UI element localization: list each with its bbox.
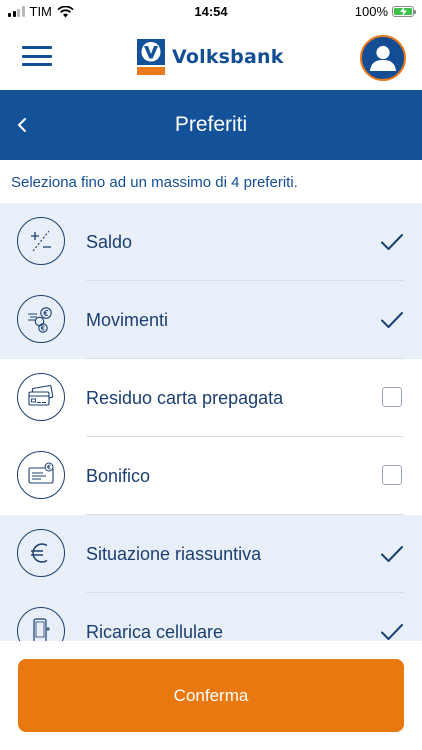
confirm-button[interactable]: Conferma	[18, 659, 404, 732]
transfer-euro-icon	[28, 462, 54, 484]
favorite-label: Situazione riassuntiva	[86, 544, 262, 564]
favorite-row-movimenti[interactable]: Movimenti	[0, 281, 422, 359]
footer: Conferma	[0, 641, 422, 750]
instructions-section: Seleziona fino ad un massimo di 4 prefer…	[0, 160, 422, 203]
favorite-label: Ricarica cellulare	[86, 622, 224, 641]
favorite-label: Residuo carta prepagata	[86, 388, 284, 408]
favorite-row-bonifico[interactable]: Bonifico	[0, 437, 422, 515]
icon-circle	[17, 373, 65, 421]
user-avatar-icon	[370, 45, 396, 71]
title-bar: Preferiti	[0, 90, 422, 160]
app-header: Volksbank	[0, 24, 422, 90]
favorite-row-situazione-riassuntiva[interactable]: Situazione riassuntiva	[0, 515, 422, 593]
checkmark-icon[interactable]	[380, 620, 404, 641]
icon-circle	[17, 529, 65, 577]
euro-icon	[31, 543, 48, 563]
icon-circle	[17, 295, 65, 343]
plus-minus-icon	[31, 230, 51, 252]
charging-bolt-icon	[399, 7, 407, 16]
coins-movement-icon	[28, 307, 52, 333]
checkmark-icon[interactable]	[380, 230, 404, 254]
icon-circle	[17, 451, 65, 499]
favorite-label: Movimenti	[86, 310, 169, 330]
favorite-row-residuo-carta-prepagata[interactable]: Residuo carta prepagata	[0, 359, 422, 437]
checkmark-icon[interactable]	[380, 308, 404, 332]
brand-logo: Volksbank	[137, 39, 284, 75]
prepaid-cards-icon	[28, 385, 54, 406]
battery-level-fill	[394, 7, 412, 16]
volksbank-logo-icon	[137, 39, 165, 75]
status-right: 100%	[354, 4, 416, 19]
brand-name: Volksbank	[172, 46, 284, 68]
favorite-row-ricarica-cellulare[interactable]: Ricarica cellulare	[0, 593, 422, 641]
battery-icon	[392, 6, 416, 17]
mobile-phone-icon	[33, 618, 50, 641]
battery-percentage: 100%	[354, 4, 388, 19]
profile-button[interactable]	[360, 35, 406, 81]
favorites-list[interactable]: Saldo Movimenti Residuo carta prepagata …	[0, 203, 422, 641]
page-title: Preferiti	[174, 113, 248, 136]
icon-circle	[17, 607, 65, 641]
favorite-label: Bonifico	[86, 466, 151, 486]
favorite-label: Saldo	[86, 232, 133, 252]
unchecked-checkbox[interactable]	[382, 465, 402, 485]
instructions-text: Seleziona fino ad un massimo di 4 prefer…	[11, 174, 298, 191]
checkmark-icon[interactable]	[380, 542, 404, 566]
status-bar: TIM 14:54 100%	[0, 0, 422, 24]
unchecked-checkbox[interactable]	[382, 387, 402, 407]
icon-circle	[17, 217, 65, 265]
favorite-row-saldo[interactable]: Saldo	[0, 203, 422, 281]
hamburger-menu-icon[interactable]	[22, 46, 52, 66]
